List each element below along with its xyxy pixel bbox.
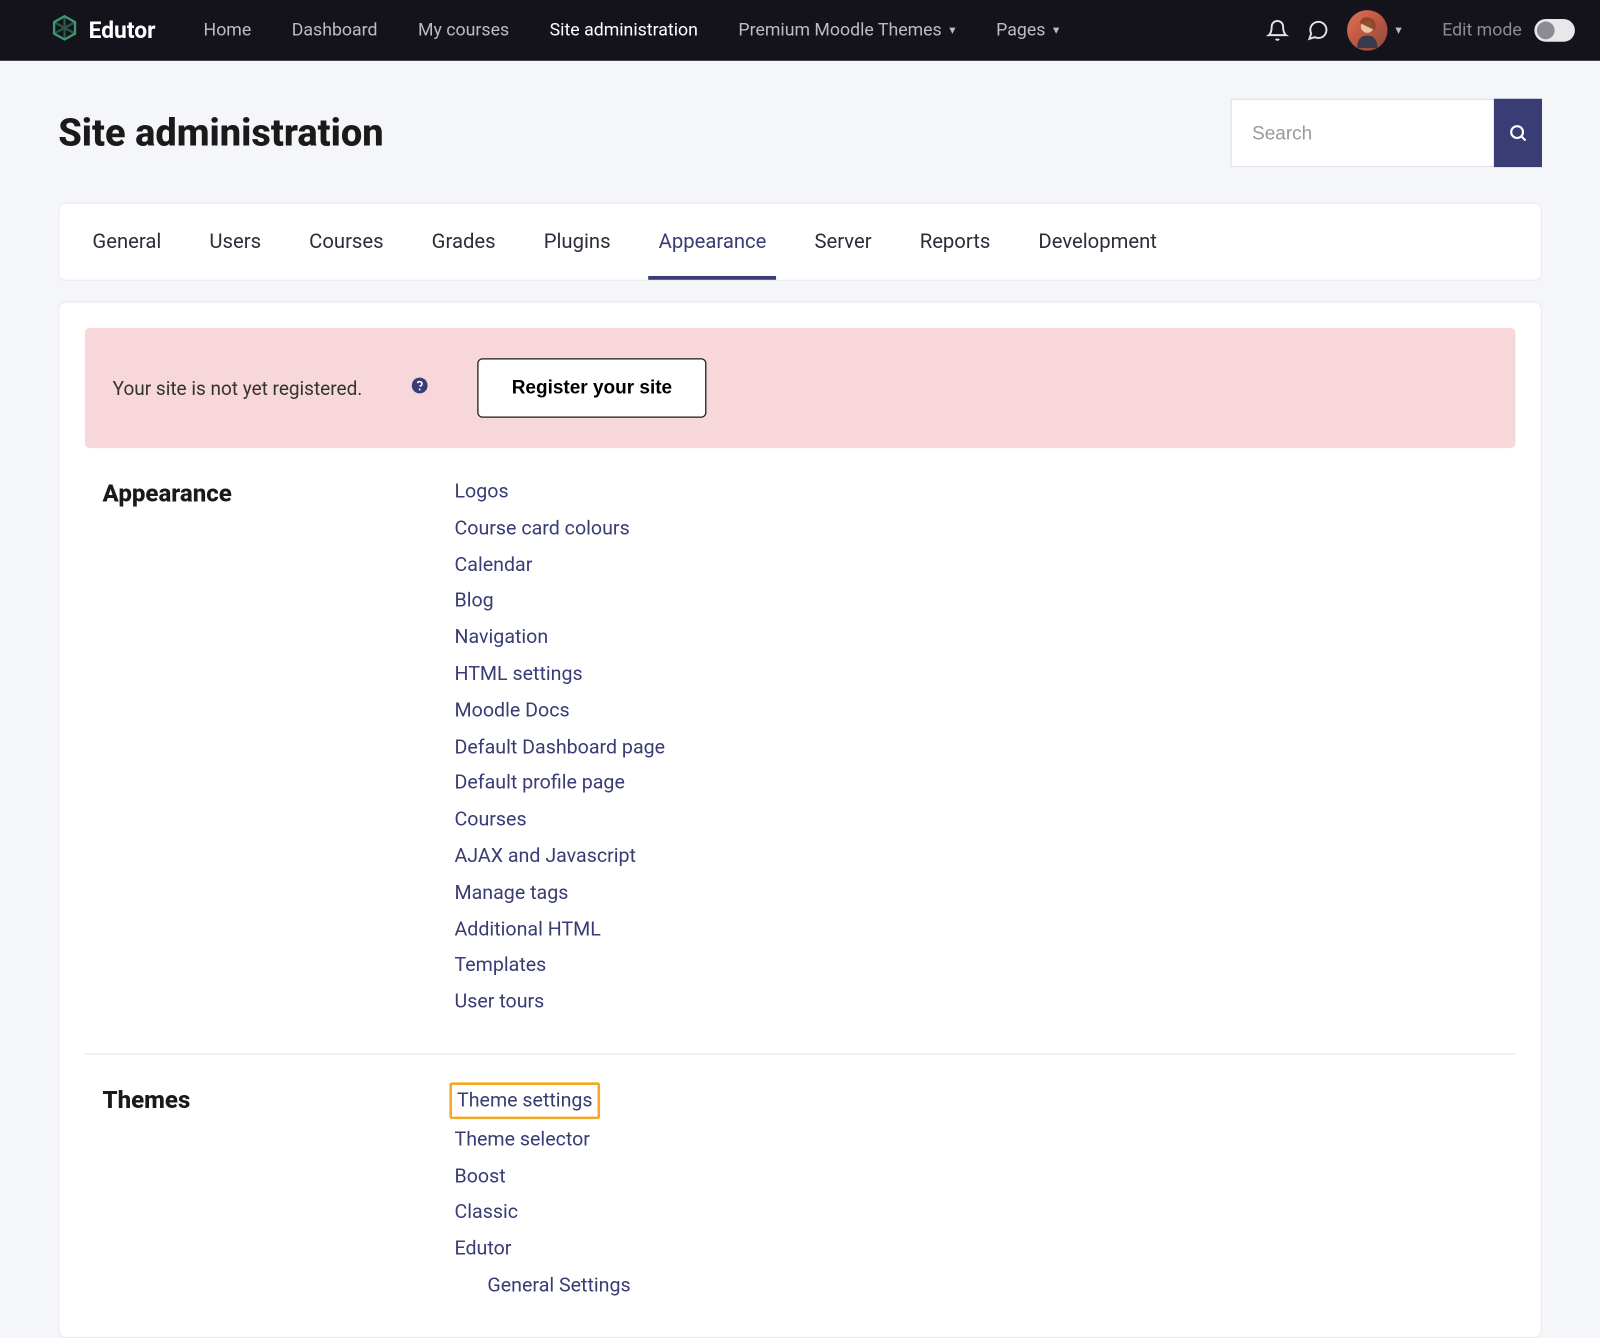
messages-icon[interactable] (1307, 19, 1330, 42)
brand-logo-icon (51, 14, 79, 47)
link-course-card-colours[interactable]: Course card colours (454, 512, 629, 543)
chevron-down-icon: ▾ (949, 23, 955, 37)
registration-alert: Your site is not yet registered. Registe… (85, 328, 1516, 448)
link-ajax-js[interactable]: AJAX and Javascript (454, 841, 635, 872)
search-form (1231, 99, 1542, 167)
primary-nav-links: Home Dashboard My courses Site administr… (186, 10, 1077, 51)
tab-general[interactable]: General (82, 204, 171, 280)
section-appearance: Appearance Logos Course card colours Cal… (85, 448, 1516, 1053)
tab-users[interactable]: Users (199, 204, 271, 280)
link-logos[interactable]: Logos (454, 476, 508, 507)
link-navigation[interactable]: Navigation (454, 622, 548, 653)
tab-plugins[interactable]: Plugins (534, 204, 621, 280)
section-title-themes: Themes (103, 1082, 455, 1301)
tab-reports[interactable]: Reports (910, 204, 1001, 280)
edit-mode-toggle[interactable] (1534, 19, 1575, 42)
link-calendar[interactable]: Calendar (454, 549, 532, 580)
alert-text: Your site is not yet registered. (113, 377, 363, 400)
tab-server[interactable]: Server (804, 204, 881, 280)
section-title-appearance: Appearance (103, 476, 455, 1018)
page-title: Site administration (58, 111, 383, 155)
avatar (1347, 10, 1388, 51)
link-additional-html[interactable]: Additional HTML (454, 913, 600, 944)
user-menu[interactable]: ▾ (1347, 10, 1401, 51)
nav-my-courses[interactable]: My courses (400, 10, 527, 51)
tab-development[interactable]: Development (1028, 204, 1167, 280)
tab-grades[interactable]: Grades (422, 204, 506, 280)
tab-appearance[interactable]: Appearance (649, 204, 777, 280)
link-edutor[interactable]: Edutor (454, 1233, 511, 1264)
admin-tabs: General Users Courses Grades Plugins App… (82, 204, 1518, 280)
link-default-dashboard[interactable]: Default Dashboard page (454, 731, 665, 762)
tab-courses[interactable]: Courses (299, 204, 394, 280)
nav-home[interactable]: Home (186, 10, 269, 51)
nav-pages[interactable]: Pages ▾ (978, 10, 1077, 51)
search-button[interactable] (1494, 99, 1542, 167)
link-theme-selector[interactable]: Theme selector (454, 1124, 589, 1155)
main-content-card: Your site is not yet registered. Registe… (58, 301, 1542, 1338)
link-boost[interactable]: Boost (454, 1160, 505, 1191)
link-courses[interactable]: Courses (454, 804, 526, 835)
link-templates[interactable]: Templates (454, 950, 546, 981)
edit-mode-toggle-wrap: Edit mode (1442, 19, 1575, 42)
nav-site-administration[interactable]: Site administration (532, 10, 716, 51)
edit-mode-label: Edit mode (1442, 20, 1521, 40)
link-theme-settings[interactable]: Theme settings (449, 1082, 600, 1118)
admin-tabs-card: General Users Courses Grades Plugins App… (58, 203, 1542, 281)
search-icon (1508, 123, 1528, 143)
chevron-down-icon: ▾ (1053, 23, 1059, 37)
search-input[interactable] (1231, 99, 1494, 167)
nav-premium-themes[interactable]: Premium Moodle Themes ▾ (721, 10, 974, 51)
top-nav: Edutor Home Dashboard My courses Site ad… (0, 0, 1600, 61)
brand-name: Edutor (89, 17, 156, 44)
chevron-down-icon: ▾ (1395, 23, 1401, 37)
link-classic[interactable]: Classic (454, 1197, 518, 1228)
notifications-icon[interactable] (1266, 19, 1289, 42)
link-manage-tags[interactable]: Manage tags (454, 877, 568, 908)
section-themes: Themes Theme settings Theme selector Boo… (85, 1053, 1516, 1336)
link-general-settings[interactable]: General Settings (487, 1270, 630, 1301)
link-user-tours[interactable]: User tours (454, 986, 544, 1017)
brand[interactable]: Edutor (51, 14, 156, 47)
nav-dashboard[interactable]: Dashboard (274, 10, 395, 51)
help-icon[interactable] (410, 376, 429, 400)
register-site-button[interactable]: Register your site (478, 358, 707, 418)
link-blog[interactable]: Blog (454, 585, 493, 616)
link-html-settings[interactable]: HTML settings (454, 658, 582, 689)
link-default-profile[interactable]: Default profile page (454, 768, 624, 799)
link-moodle-docs[interactable]: Moodle Docs (454, 695, 569, 726)
